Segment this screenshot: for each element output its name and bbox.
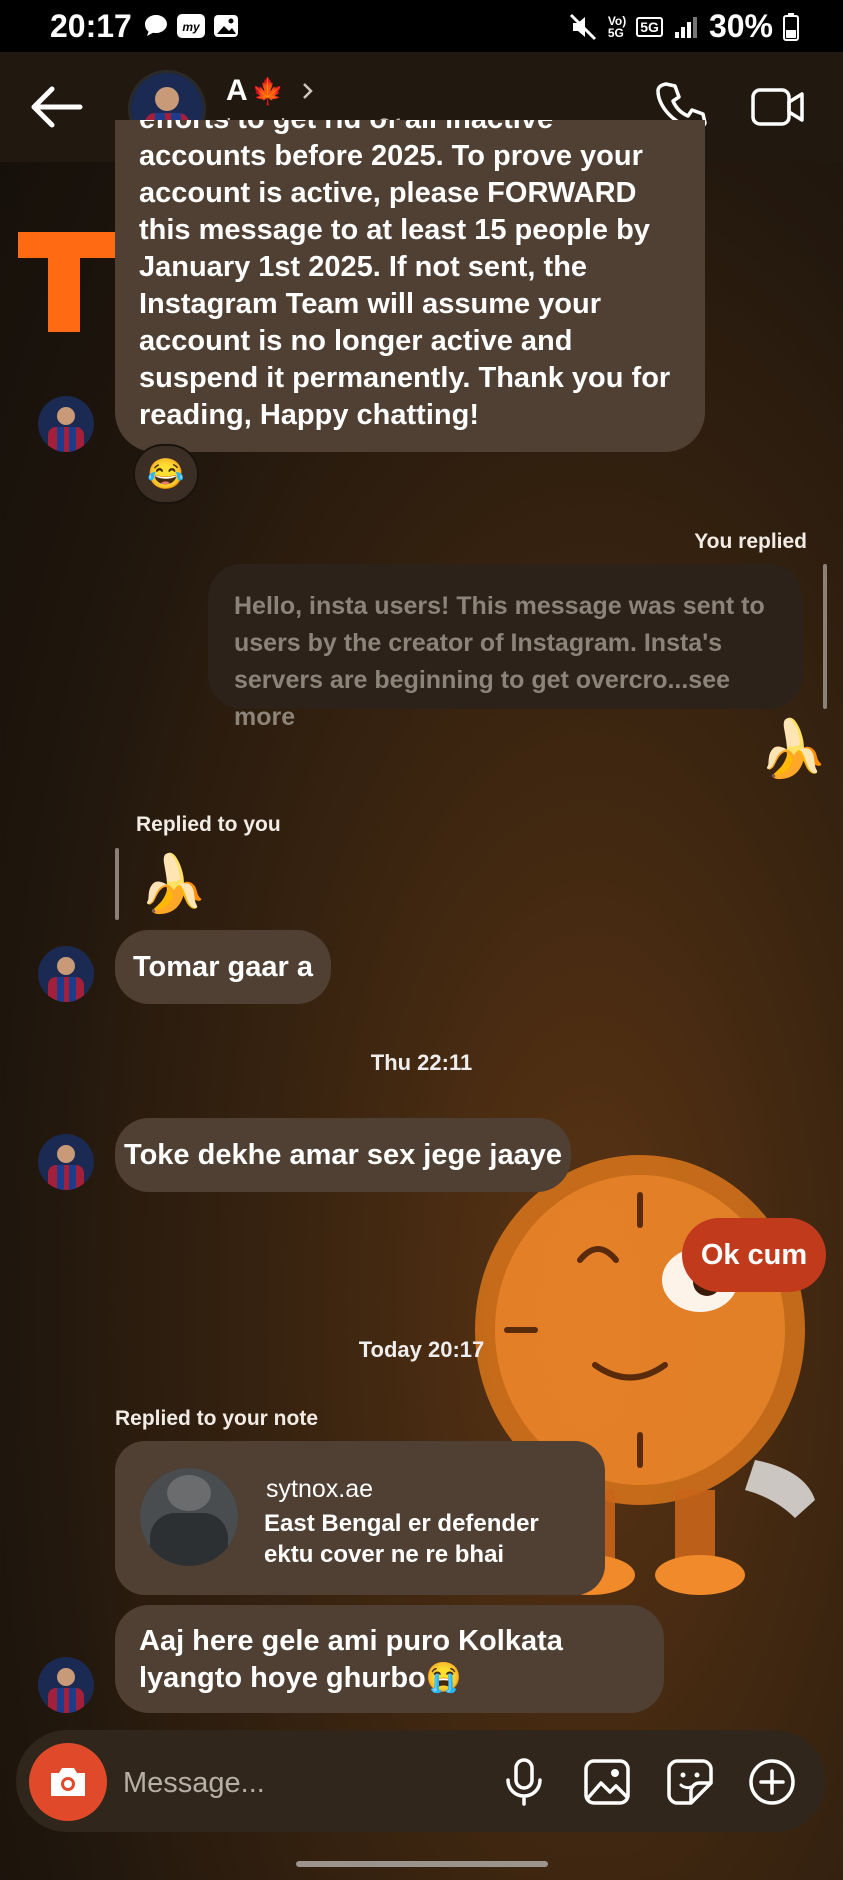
- battery-percent: 30%: [708, 8, 773, 44]
- message-bubble-incoming[interactable]: Aaj here gele ami puro Kolkata lyangto h…: [115, 1605, 664, 1713]
- gallery-icon[interactable]: [581, 1756, 633, 1808]
- sender-avatar[interactable]: [38, 1134, 94, 1190]
- microphone-icon[interactable]: [498, 1756, 550, 1808]
- emoji-message-outgoing[interactable]: 🍌: [758, 716, 828, 782]
- mute-icon: [569, 13, 596, 40]
- notification-icons: my: [142, 12, 240, 40]
- signal-icon: [674, 16, 697, 38]
- you-replied-label: You replied: [694, 530, 807, 553]
- reply-indicator-bar: [115, 848, 119, 920]
- reply-indicator-bar: [823, 564, 827, 709]
- camera-button[interactable]: [29, 1743, 107, 1821]
- message-bubble-incoming[interactable]: Tomar gaar a: [115, 930, 331, 1004]
- status-right: Vo) 5G 5G 30%: [568, 8, 799, 45]
- home-indicator[interactable]: [296, 1861, 548, 1867]
- battery-icon: [783, 12, 799, 41]
- data-type-indicator: 5G: [636, 16, 663, 37]
- sticker-icon[interactable]: [664, 1756, 716, 1808]
- volte-indicator: Vo) 5G: [607, 13, 627, 40]
- note-text: East Bengal er defender ektu cover ne re…: [264, 1510, 539, 1568]
- quoted-emoji[interactable]: 🍌: [138, 851, 208, 917]
- chevron-right-icon: [303, 83, 313, 99]
- message-text: efforts to get rid of all inactive accou…: [139, 120, 671, 431]
- message-reaction[interactable]: 😂: [133, 444, 199, 504]
- timestamp-separator: Today 20:17: [358, 1337, 485, 1362]
- replied-to-you-label: Replied to you: [136, 813, 281, 836]
- status-time: 20:17: [50, 8, 132, 44]
- status-bar: 20:17 my Vo) 5G 5G 30%: [0, 0, 843, 52]
- video-camera-icon[interactable]: [750, 82, 806, 132]
- message-bubble-outgoing[interactable]: Ok cum: [682, 1218, 826, 1292]
- quoted-message[interactable]: Hello, insta users! This message was sen…: [208, 564, 803, 731]
- gallery-notification-icon: [214, 15, 238, 37]
- svg-text:my: my: [182, 20, 201, 34]
- timestamp-separator: Thu 22:11: [370, 1050, 473, 1075]
- contact-name[interactable]: A 🍁: [226, 74, 320, 108]
- sender-avatar[interactable]: [38, 946, 94, 1002]
- sender-avatar[interactable]: [38, 396, 94, 452]
- note-author-username: sytnox.ae: [266, 1475, 374, 1503]
- sender-avatar[interactable]: [38, 1657, 94, 1713]
- maple-leaf-emoji: 🍁: [251, 75, 285, 106]
- myjio-notification-icon: my: [177, 14, 205, 38]
- chat-notification-icon: [145, 15, 167, 36]
- back-arrow-icon[interactable]: [28, 82, 88, 132]
- background-logo-art: [18, 232, 118, 332]
- message-bubble-incoming[interactable]: efforts to get rid of all inactive accou…: [115, 120, 705, 452]
- message-bubble-incoming[interactable]: Toke dekhe amar sex jege jaaye: [115, 1118, 571, 1192]
- message-input[interactable]: [123, 1757, 483, 1809]
- plus-icon[interactable]: [746, 1756, 798, 1808]
- camera-icon: [51, 1768, 85, 1796]
- replied-to-note-label: Replied to your note: [115, 1407, 319, 1430]
- note-author-avatar: [140, 1468, 238, 1566]
